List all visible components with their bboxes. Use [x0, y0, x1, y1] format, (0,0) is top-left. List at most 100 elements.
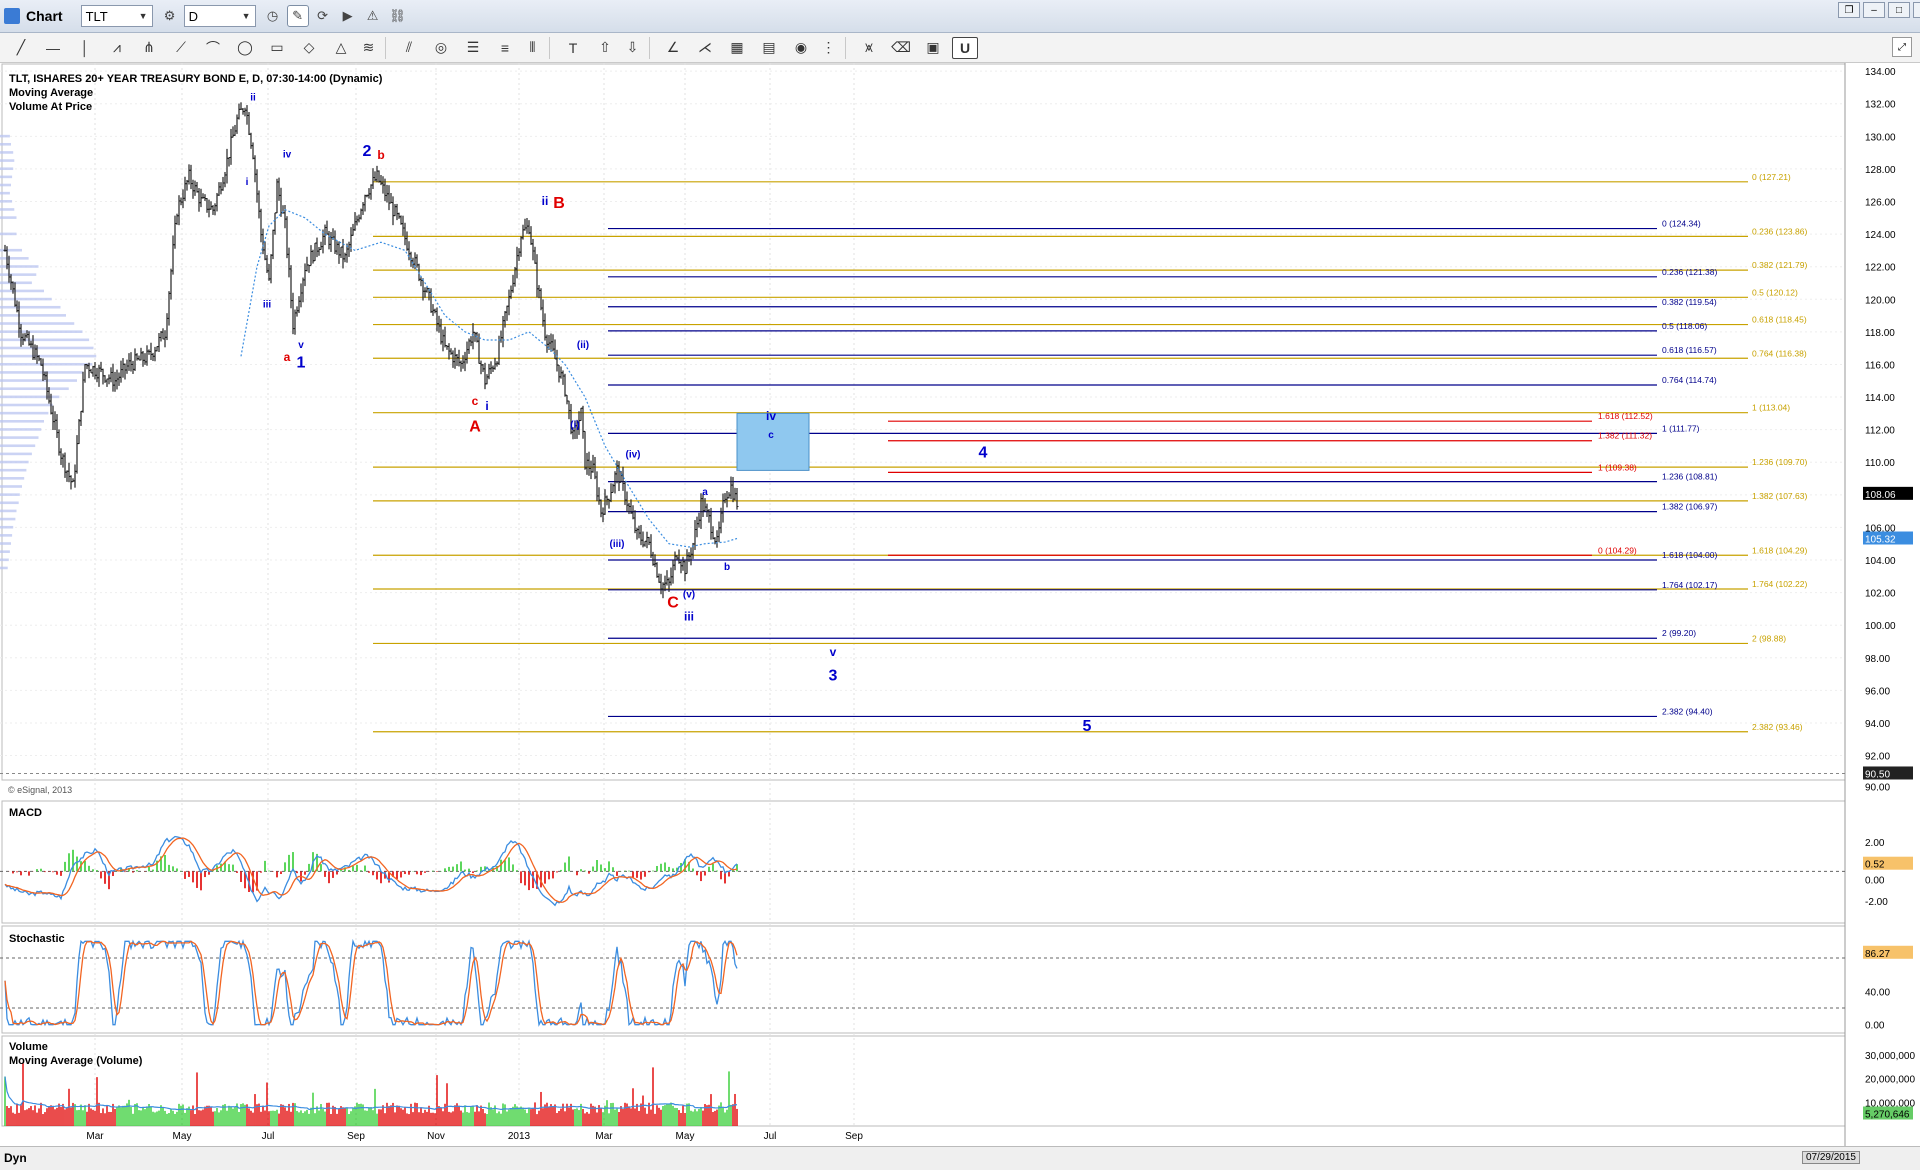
fib-retracement-tool-icon[interactable]: ☰ [460, 37, 486, 59]
comment-tool-icon[interactable]: ▣ [920, 37, 946, 59]
y-tick-label: 128.00 [1865, 165, 1896, 176]
wave-label: a [702, 487, 708, 498]
wave-label: v [830, 645, 837, 659]
panel-restore-icon[interactable]: ⤢ [1892, 37, 1912, 57]
volume-at-price-bar [0, 281, 32, 285]
volume-at-price-bar [0, 428, 42, 431]
fib-gold-label: 0.5 (120.12) [1752, 287, 1798, 297]
volume-at-price-bar [0, 550, 10, 553]
restore-icon[interactable]: ❐ [1838, 2, 1860, 18]
play-icon[interactable]: ▶ [337, 5, 359, 27]
pitchfork-tool-icon[interactable]: ⋔ [136, 37, 162, 59]
y-tick-label: 94.00 [1865, 719, 1890, 730]
volume-at-price-bar [0, 265, 39, 268]
stochastic-title: Stochastic [9, 933, 65, 945]
volume-at-price-bar [0, 468, 27, 472]
minimize-icon[interactable]: – [1863, 2, 1885, 18]
fib-gold-label: 1 (113.04) [1752, 403, 1790, 413]
y-tick-label: 124.00 [1865, 230, 1896, 241]
volume-at-price-bar [0, 354, 97, 358]
fib-blue-label: 1.236 (108.81) [1662, 472, 1717, 482]
wave-label: (iv) [626, 449, 641, 460]
volume-at-price-bar [0, 509, 17, 513]
zigzag-tool-icon[interactable]: ⩙ [856, 37, 882, 59]
volume-at-price-bar [0, 387, 69, 391]
pti-tool-icon[interactable]: ⋮ [820, 36, 846, 59]
link-icon[interactable]: ⛓ [387, 5, 409, 27]
fib-gold-label: 0.618 (118.45) [1752, 315, 1807, 325]
elliott-wave-tool-icon[interactable]: ⩘ [104, 37, 130, 59]
fan-tool-icon[interactable]: ⟋ [168, 37, 194, 59]
wave-label: i [485, 399, 488, 413]
y-tick-label: 102.00 [1865, 589, 1896, 600]
volume-at-price-bar [0, 257, 29, 260]
x-tick-label: Jul [764, 1131, 777, 1142]
volume-at-price-bar [0, 534, 13, 537]
trendline-tool-icon[interactable]: ╱ [8, 37, 34, 59]
volume-at-price-bar [0, 142, 11, 146]
wave-label: iv [766, 409, 776, 423]
alert-icon[interactable]: ⚠ [362, 5, 384, 27]
parallel-lines-tool-icon[interactable]: ⫽ [396, 37, 422, 59]
vertical-line-tool-icon[interactable]: │ [72, 37, 98, 59]
ma-value-tag: 105.32 [1865, 535, 1896, 546]
symbol-input[interactable]: TLT ▼ [80, 5, 153, 27]
volume-at-price-bar [0, 371, 83, 374]
cycle-tool-icon[interactable]: ◎ [428, 37, 454, 59]
fib-time-tool-icon[interactable]: ⦀ [524, 36, 550, 59]
arrow-down-tool-icon[interactable]: ⇩ [624, 36, 650, 59]
fib-blue-label: 1 (111.77) [1662, 423, 1700, 433]
wave-label: 5 [1083, 718, 1092, 735]
panel-frame-2 [1, 925, 1846, 1034]
volume-at-price-bar [0, 460, 29, 464]
y-tick-label: 100.00 [1865, 621, 1896, 632]
dyn-mode[interactable]: Dyn [4, 1151, 27, 1165]
arc-tool-icon[interactable]: ⌒ [200, 37, 226, 59]
fib-gold-label: 1.764 (102.22) [1752, 579, 1807, 589]
chart-app-icon [4, 8, 20, 24]
macd-tick-label: 2.00 [1865, 838, 1885, 849]
pencil-icon[interactable]: ✎ [286, 5, 309, 27]
interval-input[interactable]: D ▼ [183, 5, 256, 27]
chart-canvas[interactable]: Mar May Jul Sep Nov 2013 Mar May Jul Sep134.00132… [0, 63, 1920, 1146]
maximize-icon[interactable]: □ [1888, 2, 1910, 18]
angle-tool-icon[interactable]: ∠ [660, 37, 686, 59]
channel-tool-icon[interactable]: ≋ [360, 36, 386, 59]
y-tick-label: 134.00 [1865, 67, 1896, 78]
last-price-tag: 108.06 [1865, 490, 1896, 501]
y-tick-label: 130.00 [1865, 132, 1896, 143]
horizontal-line-tool-icon[interactable]: — [40, 37, 66, 59]
magnet-tool-icon[interactable]: U [952, 36, 978, 59]
close-icon[interactable]: ✕ [1913, 2, 1920, 18]
grid-tool-icon[interactable]: ▦ [724, 37, 750, 59]
stochastic-tick-label: 40.00 [1865, 987, 1890, 998]
wave-label: A [469, 418, 481, 435]
arrow-up-tool-icon[interactable]: ⇧ [592, 37, 618, 59]
volume-at-price-bar [0, 305, 61, 309]
gann-tool-icon[interactable]: ⋌ [692, 37, 718, 59]
wave-label: 4 [979, 444, 988, 461]
volume-at-price-bar [0, 517, 16, 521]
volume-at-price-bar [0, 232, 17, 236]
fib-extension-tool-icon[interactable]: ≡ [492, 37, 518, 59]
shape-tool-icon[interactable]: ◇ [296, 37, 322, 59]
mob-tool-icon[interactable]: ▤ [756, 37, 782, 59]
fib-blue-label: 1.764 (102.17) [1662, 580, 1717, 590]
ellipse-tool-icon[interactable]: ◯ [232, 37, 258, 59]
text-tool-icon[interactable]: T [560, 37, 586, 59]
triangle-tool-icon[interactable]: △ [328, 37, 354, 59]
symbol-link-icon[interactable]: ⚙ [159, 5, 181, 27]
refresh-icon[interactable]: ⟳ [312, 5, 334, 27]
wave-label: v [298, 340, 304, 351]
volume-at-price-bar [0, 134, 10, 138]
volume-at-price-bar [0, 558, 9, 562]
volume-at-price-bar [0, 167, 14, 171]
rectangle-tool-icon[interactable]: ▭ [264, 37, 290, 59]
y-tick-label: 92.00 [1865, 752, 1890, 763]
eraser-tool-icon[interactable]: ⌫ [888, 37, 914, 59]
wave-label: iii [263, 299, 272, 310]
history-icon[interactable]: ◷ [262, 5, 284, 27]
wave-label: c [472, 394, 479, 408]
y-tick-label: 118.00 [1865, 328, 1895, 339]
eye-tool-icon[interactable]: ◉ [788, 37, 814, 59]
